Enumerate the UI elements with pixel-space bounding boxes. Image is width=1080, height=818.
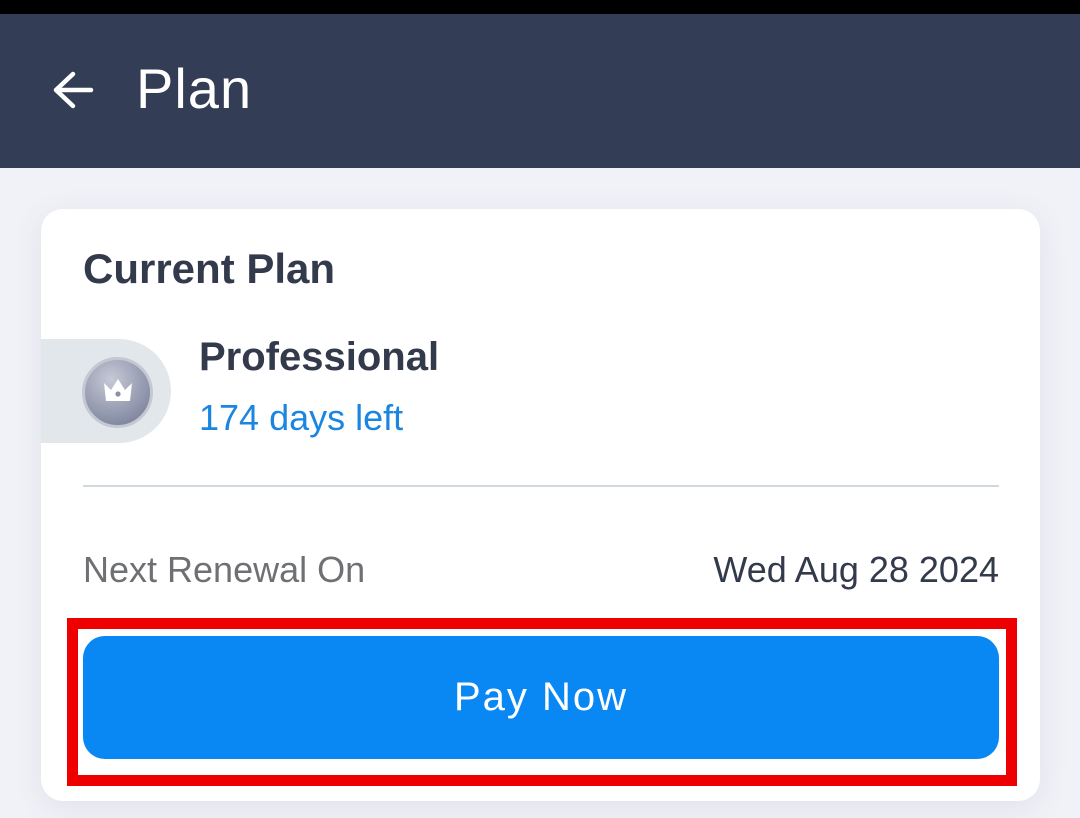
plan-badge: [82, 357, 153, 428]
page-title: Plan: [136, 57, 253, 120]
pay-now-button[interactable]: Pay Now: [83, 636, 999, 759]
plan-name: Professional: [199, 335, 440, 379]
plan-icon-container: [41, 339, 171, 443]
card-heading: Current Plan: [83, 245, 336, 292]
renewal-label: Next Renewal On: [83, 549, 366, 590]
arrow-left-icon: [51, 70, 95, 115]
status-bar: [0, 0, 1080, 14]
renewal-date: Wed Aug 28 2024: [713, 549, 999, 590]
main-content: Current Plan Professional 174 days left …: [0, 168, 1080, 818]
back-button[interactable]: [40, 64, 106, 120]
app-bar: Plan: [0, 14, 1080, 168]
crown-icon: [101, 375, 135, 410]
days-left-text: 174 days left: [199, 397, 404, 438]
divider: [83, 485, 999, 487]
